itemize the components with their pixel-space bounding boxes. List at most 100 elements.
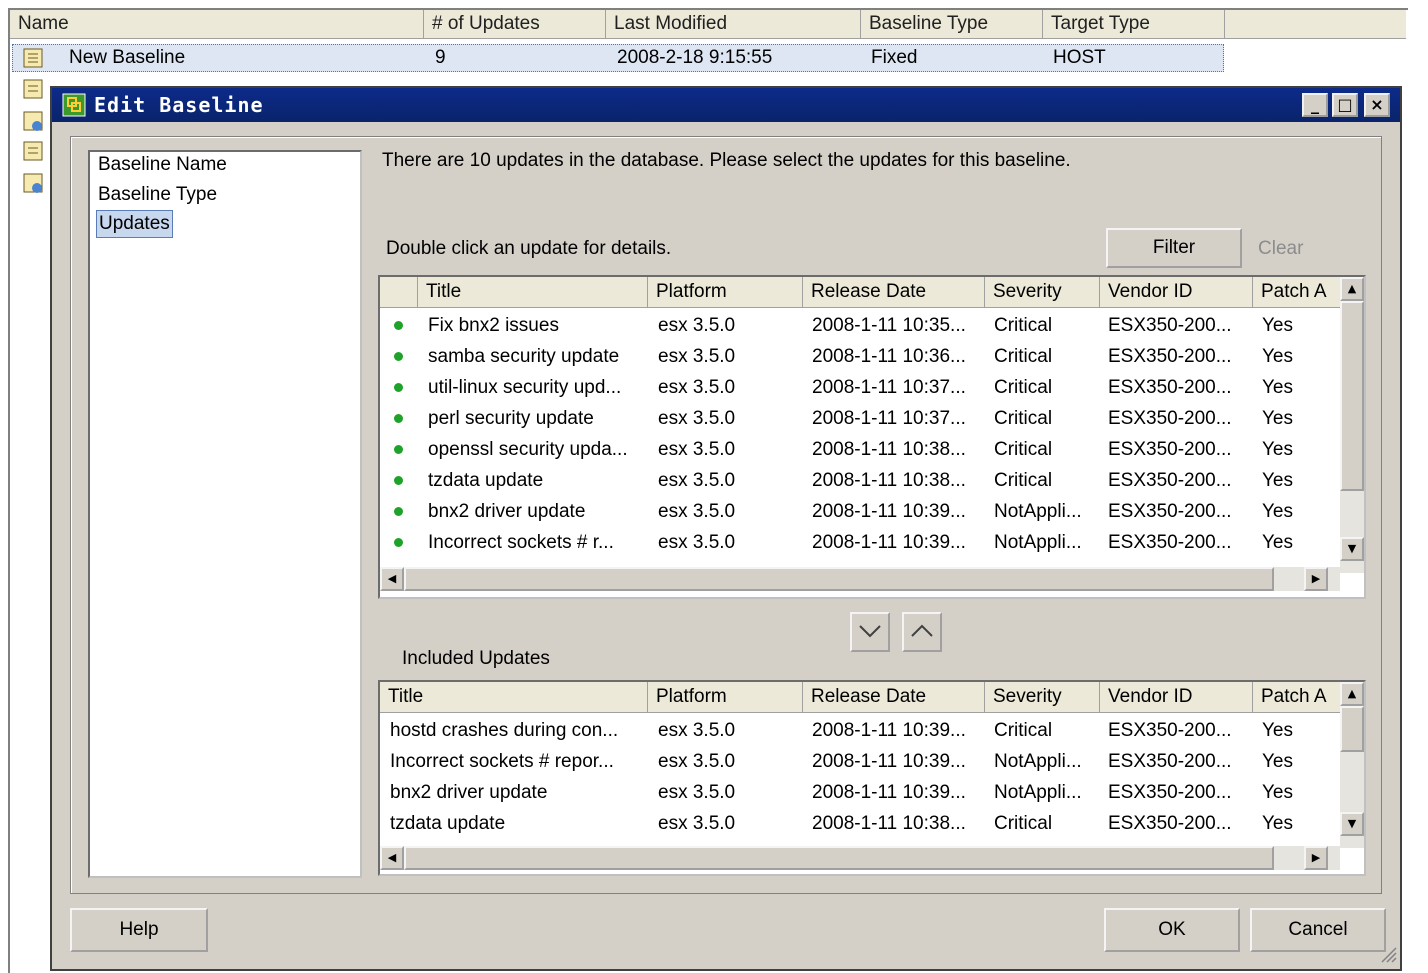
cell-title: Incorrect sockets # r... xyxy=(428,532,614,553)
hscroll-thumb[interactable] xyxy=(404,567,1274,591)
column-name[interactable]: Name xyxy=(10,10,424,38)
cell-patch: Yes xyxy=(1262,751,1293,772)
cell-patch: Yes xyxy=(1262,720,1293,741)
cell-vendor-id: ESX350-200... xyxy=(1108,346,1232,367)
cell-patch: Yes xyxy=(1262,408,1293,429)
cell-vendor-id: ESX350-200... xyxy=(1108,315,1232,336)
scroll-right-icon[interactable]: ▶ xyxy=(1304,846,1328,870)
cell-severity: NotAppli... xyxy=(994,501,1082,522)
clear-link[interactable]: Clear xyxy=(1258,238,1303,260)
dialog-titlebar[interactable]: Edit Baseline _ □ × xyxy=(52,88,1400,122)
column-patch[interactable]: Patch A xyxy=(1253,682,1343,712)
cell-release-date: 2008-1-11 10:38... xyxy=(812,470,966,491)
column-platform[interactable]: Platform xyxy=(648,682,803,712)
cell-patch: Yes xyxy=(1262,813,1293,834)
cell-release-date: 2008-1-11 10:39... xyxy=(812,720,966,741)
column-release-date[interactable]: Release Date xyxy=(803,277,985,307)
scroll-left-icon[interactable]: ◀ xyxy=(380,567,404,591)
move-up-icon[interactable] xyxy=(902,612,942,652)
table-row[interactable]: openssl security upda... esx 3.5.0 2008-1-… xyxy=(380,434,1364,465)
target-type-value: HOST xyxy=(1053,47,1106,68)
baseline-icon xyxy=(23,79,43,99)
cell-title: util-linux security upd... xyxy=(428,377,622,398)
table-row[interactable]: Fix bnx2 issues esx 3.5.0 2008-1-11 10:35.… xyxy=(380,310,1364,341)
nav-updates[interactable]: Updates xyxy=(96,210,173,238)
column-updates-count[interactable]: # of Updates xyxy=(424,10,606,38)
cell-patch: Yes xyxy=(1262,346,1293,367)
status-dot-icon xyxy=(394,507,403,516)
table-row[interactable]: bnx2 driver update esx 3.5.0 2008-1-11 10:… xyxy=(380,777,1364,808)
cell-platform: esx 3.5.0 xyxy=(658,813,736,834)
cell-title: samba security update xyxy=(428,346,620,367)
filter-button[interactable]: Filter xyxy=(1106,228,1242,268)
minimize-icon[interactable]: _ xyxy=(1302,93,1328,117)
included-updates-grid: Title Platform Release Date Severity Ven… xyxy=(378,680,1366,876)
scroll-up-icon[interactable]: ▲ xyxy=(1340,682,1364,706)
cell-vendor-id: ESX350-200... xyxy=(1108,782,1232,803)
table-row[interactable]: tzdata update esx 3.5.0 2008-1-11 10:38...… xyxy=(380,808,1364,839)
column-baseline-type[interactable]: Baseline Type xyxy=(861,10,1043,38)
baseline-row[interactable]: New Baseline 9 2008-2-18 9:15:55 Fixed H… xyxy=(12,44,1224,72)
column-target-type[interactable]: Target Type xyxy=(1043,10,1225,38)
close-icon[interactable]: × xyxy=(1364,93,1390,117)
move-down-icon[interactable] xyxy=(850,612,890,652)
cell-severity: Critical xyxy=(994,720,1053,741)
column-vendor-id[interactable]: Vendor ID xyxy=(1100,682,1253,712)
table-row[interactable]: samba security update esx 3.5.0 2008-1-11 … xyxy=(380,341,1364,372)
nav-baseline-name[interactable]: Baseline Name xyxy=(96,152,229,178)
cell-platform: esx 3.5.0 xyxy=(658,439,736,460)
table-row[interactable]: tzdata update esx 3.5.0 2008-1-11 10:38...… xyxy=(380,465,1364,496)
nav-baseline-type[interactable]: Baseline Type xyxy=(96,182,219,208)
column-vendor-id[interactable]: Vendor ID xyxy=(1100,277,1253,307)
scroll-down-icon[interactable]: ▼ xyxy=(1340,537,1364,561)
scroll-down-icon[interactable]: ▼ xyxy=(1340,812,1364,836)
scroll-thumb[interactable] xyxy=(1340,706,1364,752)
available-hscroll[interactable]: ◀ ▶ xyxy=(380,567,1340,591)
column-title[interactable]: Title xyxy=(380,682,648,712)
cancel-button[interactable]: Cancel xyxy=(1250,908,1386,952)
included-vscroll[interactable]: ▲ ▼ xyxy=(1340,682,1364,848)
column-patch[interactable]: Patch A xyxy=(1253,277,1343,307)
hscroll-thumb[interactable] xyxy=(404,846,1274,870)
cell-severity: Critical xyxy=(994,315,1053,336)
table-row[interactable]: Incorrect sockets # r... esx 3.5.0 2008-1-… xyxy=(380,527,1364,558)
cell-severity: Critical xyxy=(994,408,1053,429)
resize-grip-icon[interactable] xyxy=(1378,944,1398,964)
cell-platform: esx 3.5.0 xyxy=(658,315,736,336)
cell-vendor-id: ESX350-200... xyxy=(1108,377,1232,398)
table-row[interactable]: bnx2 driver update esx 3.5.0 2008-1-11 10:… xyxy=(380,496,1364,527)
column-status[interactable] xyxy=(380,277,418,307)
table-row[interactable]: util-linux security upd... esx 3.5.0 2008-… xyxy=(380,372,1364,403)
ok-button[interactable]: OK xyxy=(1104,908,1240,952)
column-severity[interactable]: Severity xyxy=(985,277,1100,307)
included-hscroll[interactable]: ◀ ▶ xyxy=(380,846,1340,870)
help-button[interactable]: Help xyxy=(70,908,208,952)
column-platform[interactable]: Platform xyxy=(648,277,803,307)
column-release-date[interactable]: Release Date xyxy=(803,682,985,712)
column-title[interactable]: Title xyxy=(418,277,648,307)
edit-baseline-dialog: Edit Baseline _ □ × Baseline Name Baseli… xyxy=(50,86,1402,971)
cell-severity: Critical xyxy=(994,346,1053,367)
included-updates-label: Included Updates xyxy=(402,648,550,669)
cell-title: bnx2 driver update xyxy=(428,501,586,522)
baseline-icon xyxy=(23,48,43,68)
maximize-icon[interactable]: □ xyxy=(1332,93,1358,117)
cell-vendor-id: ESX350-200... xyxy=(1108,408,1232,429)
scroll-right-icon[interactable]: ▶ xyxy=(1304,567,1328,591)
column-severity[interactable]: Severity xyxy=(985,682,1100,712)
cell-vendor-id: ESX350-200... xyxy=(1108,501,1232,522)
cell-severity: NotAppli... xyxy=(994,782,1082,803)
cell-patch: Yes xyxy=(1262,439,1293,460)
cell-release-date: 2008-1-11 10:39... xyxy=(812,782,966,803)
column-last-modified[interactable]: Last Modified xyxy=(606,10,861,38)
scroll-left-icon[interactable]: ◀ xyxy=(380,846,404,870)
cell-title: Incorrect sockets # repor... xyxy=(390,751,614,772)
dialog-title: Edit Baseline xyxy=(94,93,264,117)
table-row[interactable]: Incorrect sockets # repor... esx 3.5.0 200… xyxy=(380,746,1364,777)
scroll-thumb[interactable] xyxy=(1340,301,1364,491)
table-row[interactable]: perl security update esx 3.5.0 2008-1-11 1… xyxy=(380,403,1364,434)
scroll-up-icon[interactable]: ▲ xyxy=(1340,277,1364,301)
cell-release-date: 2008-1-11 10:39... xyxy=(812,751,966,772)
table-row[interactable]: hostd crashes during con... esx 3.5.0 2008… xyxy=(380,715,1364,746)
available-vscroll[interactable]: ▲ ▼ xyxy=(1340,277,1364,573)
